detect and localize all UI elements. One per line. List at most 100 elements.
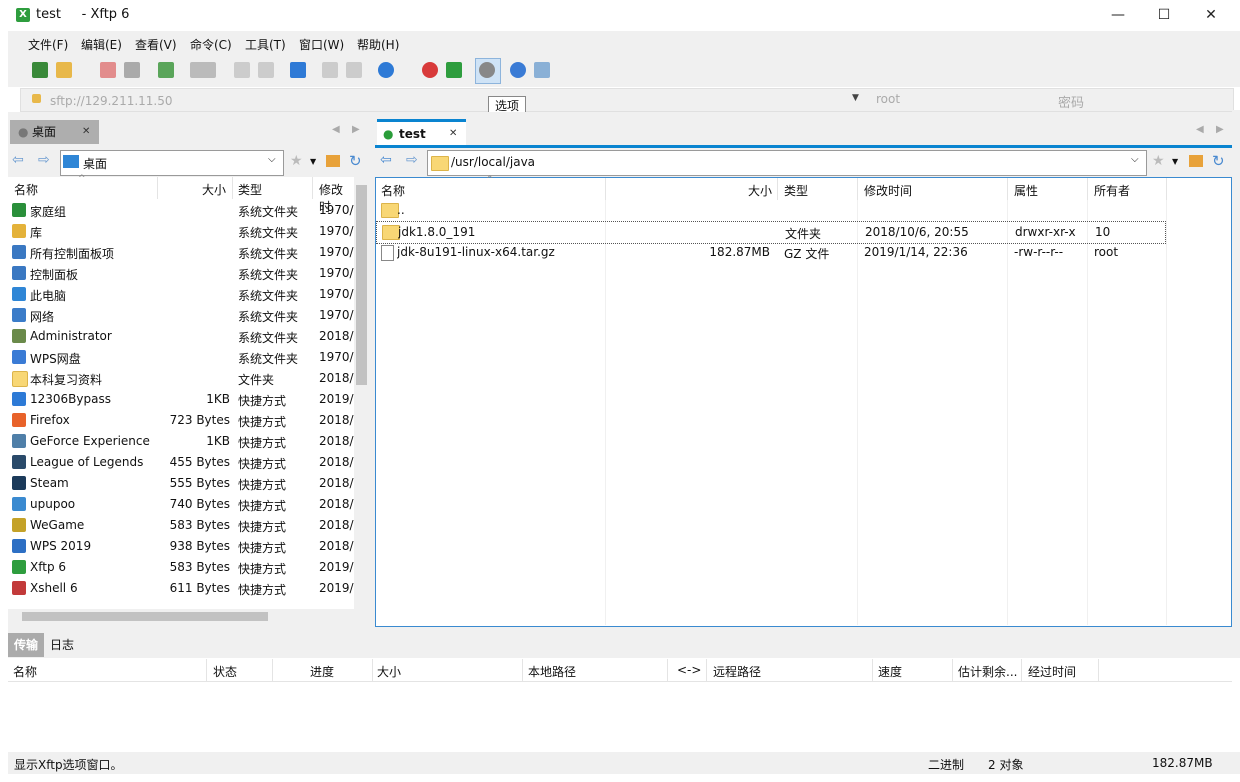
table-row[interactable]: 12306Bypass 1KB 快捷方式 2019/ xyxy=(8,389,354,410)
table-row[interactable]: 库 系统文件夹 1970/ xyxy=(8,221,354,242)
menu-window[interactable]: 窗口(W) xyxy=(299,36,344,53)
maximize-button[interactable]: ☐ xyxy=(1141,0,1187,31)
table-row[interactable]: Steam 555 Bytes 快捷方式 2018/ xyxy=(8,473,354,494)
home-icon[interactable] xyxy=(1189,155,1203,167)
local-path-combo[interactable]: 桌面 ⌵ xyxy=(60,150,284,176)
tab-close-icon[interactable]: ✕ xyxy=(82,120,90,144)
table-row[interactable]: GeForce Experience 1KB 快捷方式 2018/ xyxy=(8,431,354,452)
col-status[interactable]: 状态 xyxy=(213,663,237,680)
col-type[interactable]: 类型 xyxy=(784,182,808,199)
menu-tools[interactable]: 工具(T) xyxy=(245,36,286,53)
bookmark-dropdown-icon[interactable]: ▼ xyxy=(310,157,316,166)
host-input[interactable]: sftp://129.211.11.50 xyxy=(50,94,173,108)
col-owner[interactable]: 所有者 xyxy=(1094,182,1130,199)
open-folder-icon[interactable] xyxy=(56,62,72,78)
tab-scroll-right-icon[interactable]: ▶ xyxy=(1216,124,1224,135)
tab-log[interactable]: 日志 xyxy=(50,633,80,657)
table-row[interactable]: Xftp 6 583 Bytes 快捷方式 2019/ xyxy=(8,557,354,578)
table-row[interactable]: 所有控制面板项 系统文件夹 1970/ xyxy=(8,242,354,263)
sync-icon[interactable] xyxy=(290,62,306,78)
table-row[interactable]: jdk-8u191-linux-x64.tar.gz 182.87MB GZ 文件 2… xyxy=(376,242,1166,263)
menu-command[interactable]: 命令(C) xyxy=(190,36,232,53)
back-icon[interactable]: ⇦ xyxy=(380,152,392,168)
menu-help[interactable]: 帮助(H) xyxy=(357,36,399,53)
table-row[interactable]: .. xyxy=(376,200,1166,221)
close-button[interactable]: ✕ xyxy=(1188,0,1234,31)
local-scrollbar-h[interactable] xyxy=(8,609,369,624)
col-modified[interactable]: 修改时间 xyxy=(864,182,912,199)
transfer-icon[interactable] xyxy=(190,62,216,78)
table-row[interactable]: upupoo 740 Bytes 快捷方式 2018/ xyxy=(8,494,354,515)
reconnect-icon[interactable] xyxy=(124,62,140,78)
refresh-icon[interactable]: ↻ xyxy=(349,152,362,170)
chat-icon[interactable] xyxy=(534,62,550,78)
table-row[interactable]: 家庭组 系统文件夹 1970/ xyxy=(8,200,354,221)
col-attributes[interactable]: 属性 xyxy=(1014,182,1038,199)
forward-icon[interactable]: ⇨ xyxy=(406,152,418,168)
col-size[interactable]: 大小 xyxy=(377,663,401,680)
scroll-thumb[interactable] xyxy=(22,612,268,621)
table-row[interactable]: 控制面板 系统文件夹 1970/ xyxy=(8,263,354,284)
col-size[interactable]: 大小 xyxy=(202,181,226,198)
refresh-icon[interactable]: ↻ xyxy=(1212,152,1225,170)
menu-view[interactable]: 查看(V) xyxy=(135,36,177,53)
col-elapsed[interactable]: 经过时间 xyxy=(1028,663,1076,680)
table-row[interactable]: WPS 2019 938 Bytes 快捷方式 2018/ xyxy=(8,536,354,557)
table-row[interactable]: Administrator 系统文件夹 2018/ xyxy=(8,326,354,347)
col-progress[interactable]: 进度 xyxy=(310,663,334,680)
col-name[interactable]: 名称 xyxy=(13,663,37,680)
menu-file[interactable]: 文件(F) xyxy=(28,36,68,53)
chevron-down-icon[interactable]: ⌵ xyxy=(1131,154,1139,165)
tab-scroll-left-icon[interactable]: ◀ xyxy=(332,124,340,135)
bookmark-icon[interactable]: ★ xyxy=(1152,153,1165,169)
table-row[interactable]: jdk1.8.0_191 文件夹 2018/10/6, 20:55 drwxr-xr-… xyxy=(376,221,1166,244)
col-size[interactable]: 大小 xyxy=(748,182,772,199)
table-row[interactable]: WeGame 583 Bytes 快捷方式 2018/ xyxy=(8,515,354,536)
host-dropdown-icon[interactable]: ▼ xyxy=(852,93,859,103)
table-row[interactable]: Xshell 6 611 Bytes 快捷方式 2019/ xyxy=(8,578,354,599)
back-icon[interactable]: ⇦ xyxy=(12,152,24,168)
tab-scroll-right-icon[interactable]: ▶ xyxy=(352,124,360,135)
delete-icon[interactable] xyxy=(346,62,362,78)
copy-icon[interactable] xyxy=(234,62,250,78)
password-input[interactable]: 密码 xyxy=(1058,92,1084,111)
scroll-thumb[interactable] xyxy=(356,185,367,385)
col-speed[interactable]: 速度 xyxy=(878,663,902,680)
tab-transfer[interactable]: 传输 xyxy=(8,633,44,657)
tab-local-desktop[interactable]: ● 桌面 ✕ xyxy=(10,120,99,144)
home-icon[interactable] xyxy=(326,155,340,167)
local-scrollbar-v[interactable] xyxy=(354,177,369,609)
xftp-icon[interactable] xyxy=(446,62,462,78)
col-name[interactable]: 名称 xyxy=(381,182,405,199)
tab-scroll-left-icon[interactable]: ◀ xyxy=(1196,124,1204,135)
minimize-button[interactable]: — xyxy=(1095,0,1141,31)
chevron-down-icon[interactable]: ⌵ xyxy=(268,154,276,165)
tab-close-icon[interactable]: ✕ xyxy=(449,122,457,146)
bookmark-icon[interactable]: ★ xyxy=(290,153,303,169)
table-row[interactable]: Firefox 723 Bytes 快捷方式 2018/ xyxy=(8,410,354,431)
col-name[interactable]: 名称 xyxy=(14,181,38,198)
help-icon[interactable] xyxy=(510,62,526,78)
cut-icon[interactable] xyxy=(322,62,338,78)
refresh-icon[interactable] xyxy=(158,62,174,78)
forward-icon[interactable]: ⇨ xyxy=(38,152,50,168)
col-local-path[interactable]: 本地路径 xyxy=(528,663,576,680)
menu-edit[interactable]: 编辑(E) xyxy=(81,36,122,53)
table-row[interactable]: 网络 系统文件夹 1970/ xyxy=(8,305,354,326)
new-session-icon[interactable] xyxy=(32,62,48,78)
col-type[interactable]: 类型 xyxy=(238,181,262,198)
table-row[interactable]: League of Legends 455 Bytes 快捷方式 2018/ xyxy=(8,452,354,473)
xshell-icon[interactable] xyxy=(422,62,438,78)
disconnect-icon[interactable] xyxy=(100,62,116,78)
paste-icon[interactable] xyxy=(258,62,274,78)
table-row[interactable]: WPS网盘 系统文件夹 1970/ xyxy=(8,347,354,368)
bookmark-dropdown-icon[interactable]: ▼ xyxy=(1172,157,1178,166)
table-row[interactable]: 此电脑 系统文件夹 1970/ xyxy=(8,284,354,305)
col-time-left[interactable]: 估计剩余... xyxy=(958,663,1017,680)
tab-remote-test[interactable]: ● test ✕ xyxy=(377,119,466,148)
col-direction[interactable]: <-> xyxy=(677,663,701,677)
col-remote-path[interactable]: 远程路径 xyxy=(713,663,761,680)
username-input[interactable]: root xyxy=(876,92,900,106)
remote-path-combo[interactable]: /usr/local/java ⌵ xyxy=(427,150,1147,176)
table-row[interactable]: 本科复习资料 文件夹 2018/ xyxy=(8,368,354,389)
